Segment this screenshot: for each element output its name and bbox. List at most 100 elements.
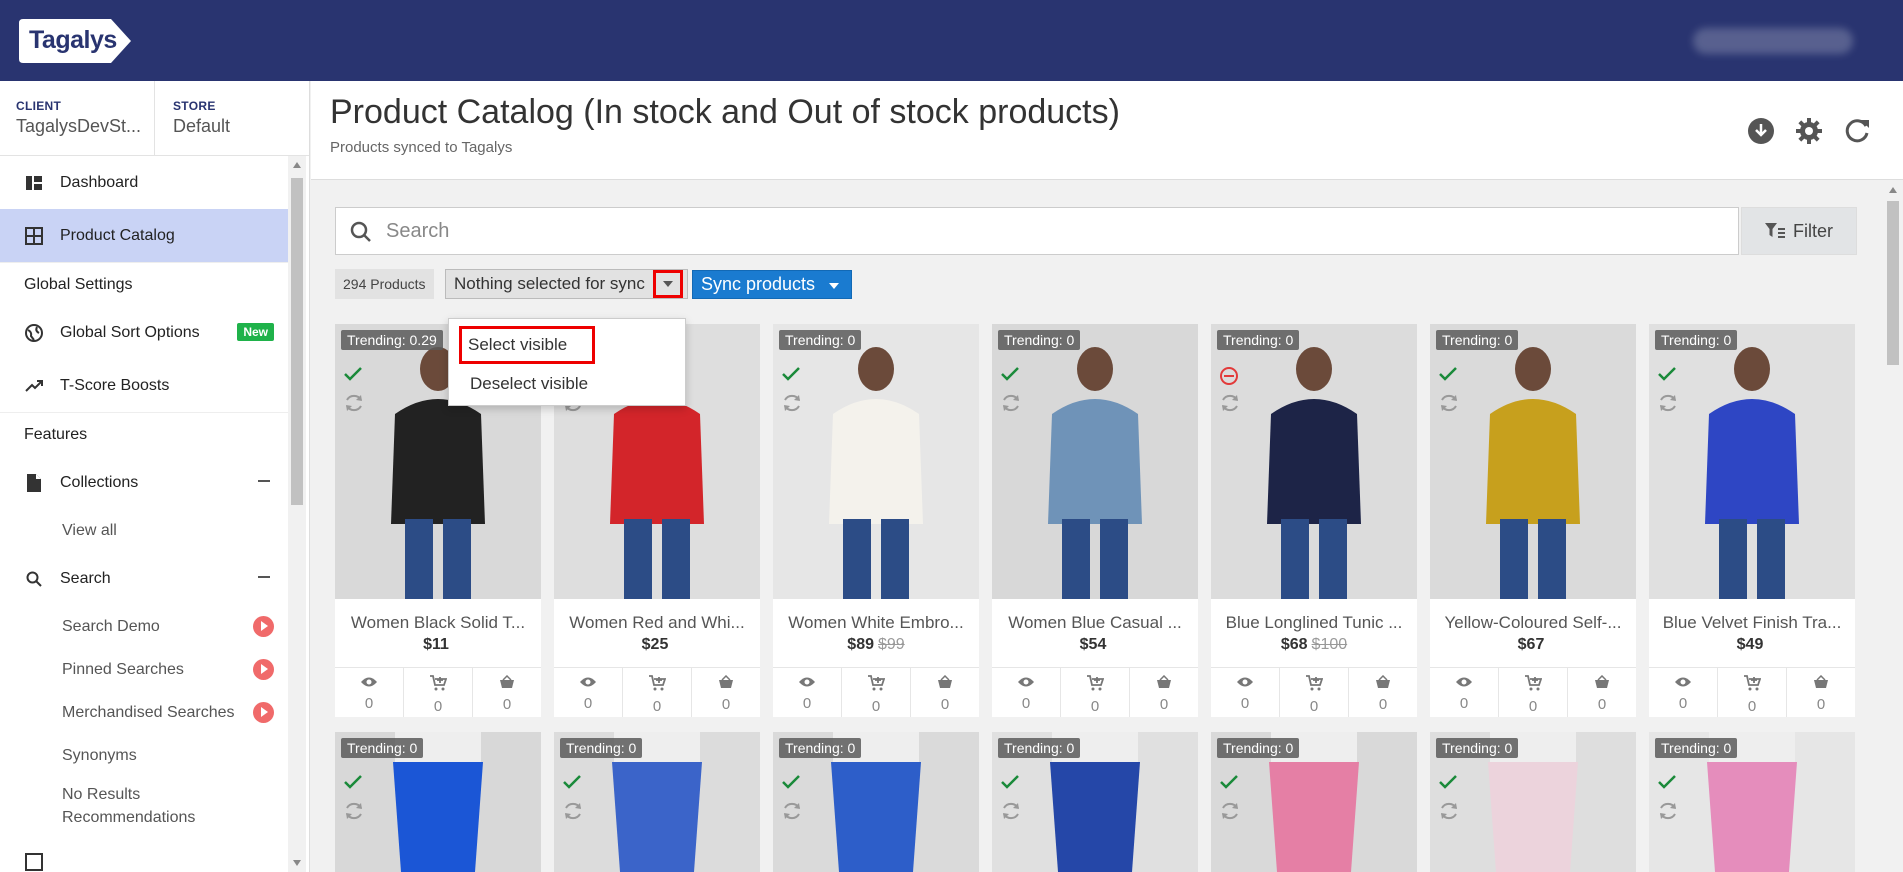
menu-item-deselect-visible[interactable]: Deselect visible: [462, 368, 588, 400]
check-icon: [343, 774, 363, 795]
add-to-cart-icon: [1086, 675, 1105, 695]
product-name[interactable]: Women Black Solid T...: [335, 613, 541, 633]
sidebar-item-search[interactable]: Search: [0, 552, 288, 605]
main-scrollbar[interactable]: [1883, 181, 1903, 872]
play-icon[interactable]: [253, 702, 274, 723]
sync-icon[interactable]: [1657, 800, 1679, 827]
gear-icon[interactable]: [1795, 117, 1823, 145]
product-image[interactable]: Trending: 0: [554, 732, 760, 872]
download-icon[interactable]: [1747, 117, 1775, 145]
product-card[interactable]: Trending: 0 Yellow-Coloured Self-... $67 0 0…: [1430, 324, 1636, 717]
sync-icon[interactable]: [1000, 800, 1022, 827]
product-image[interactable]: Trending: 0: [335, 732, 541, 872]
client-selector[interactable]: CLIENT TagalysDevSt...: [16, 99, 141, 137]
product-image[interactable]: Trending: 0: [773, 732, 979, 872]
top-bar: Tagalys: [0, 0, 1903, 81]
product-name[interactable]: Yellow-Coloured Self-...: [1430, 613, 1636, 633]
sidebar-item-collections[interactable]: Collections: [0, 456, 288, 509]
product-card[interactable]: Trending: 0 Blue Longlined Tunic ... $68 $1…: [1211, 324, 1417, 717]
sidebar-item-merchandised-searches[interactable]: Merchandised Searches: [0, 691, 288, 734]
sidebar-item-search-demo[interactable]: Search Demo: [0, 605, 288, 648]
product-image[interactable]: Trending: 0: [1430, 324, 1636, 599]
sync-products-button[interactable]: Sync products: [692, 270, 852, 299]
sidebar-item-t-score-boosts[interactable]: T-Score Boosts: [0, 359, 288, 412]
product-image[interactable]: Trending: 0: [992, 732, 1198, 872]
sidebar-item-synonyms[interactable]: Synonyms: [0, 734, 288, 777]
product-card[interactable]: Trending: 0 Blue Velvet Finish Tra... $49 0…: [1649, 324, 1855, 717]
sidebar-item-partial[interactable]: [0, 835, 288, 872]
sync-icon[interactable]: [1219, 800, 1241, 827]
play-icon[interactable]: [253, 616, 274, 637]
sync-icon[interactable]: [1219, 392, 1241, 419]
user-menu[interactable]: [1693, 28, 1853, 54]
product-card[interactable]: Trending: 0: [992, 732, 1198, 872]
play-icon[interactable]: [253, 659, 274, 680]
basket-icon: [718, 674, 734, 693]
product-stats: 0 0 0: [335, 667, 541, 717]
product-card[interactable]: Trending: 0: [1430, 732, 1636, 872]
product-card[interactable]: Trending: 0 Women White Embro... $89 $99 0 0 0: [773, 324, 979, 717]
filter-button[interactable]: Filter: [1741, 207, 1857, 255]
search-input[interactable]: [386, 216, 1686, 246]
sidebar-item-no-results-recommendations[interactable]: No Results Recommendations: [0, 777, 288, 835]
scrollbar-thumb[interactable]: [291, 178, 303, 505]
scrollbar-thumb[interactable]: [1887, 201, 1899, 365]
product-image[interactable]: Trending: 0: [1649, 324, 1855, 599]
product-name[interactable]: Women Red and Whi...: [554, 613, 760, 633]
menu-item-select-visible[interactable]: Select visible: [459, 326, 595, 364]
product-image[interactable]: Trending: 0: [992, 324, 1198, 599]
price-current: $25: [641, 636, 669, 653]
product-card[interactable]: Trending: 0: [1211, 732, 1417, 872]
product-card[interactable]: Trending: 0: [335, 732, 541, 872]
price-original: $99: [878, 636, 905, 653]
product-stats: 0 0 0: [1649, 667, 1855, 717]
sync-icon[interactable]: [562, 800, 584, 827]
scroll-down-icon[interactable]: [293, 860, 301, 866]
product-name[interactable]: Blue Velvet Finish Tra...: [1649, 613, 1855, 633]
product-name[interactable]: Blue Longlined Tunic ...: [1211, 613, 1417, 633]
sidebar-item-view-all[interactable]: View all: [0, 509, 288, 552]
product-name[interactable]: Women Blue Casual ...: [992, 613, 1198, 633]
sidebar-item-label: Merchandised Searches: [62, 703, 235, 721]
product-image[interactable]: Trending: 0: [1430, 732, 1636, 872]
scroll-up-icon[interactable]: [1889, 187, 1897, 193]
product-image[interactable]: Trending: 0: [1649, 732, 1855, 872]
sync-selection-dropdown-toggle[interactable]: [653, 270, 683, 298]
tagalys-logo[interactable]: Tagalys: [19, 19, 131, 63]
product-image[interactable]: Trending: 0: [1211, 324, 1417, 599]
sidebar-item-global-sort-options[interactable]: Global Sort Options New: [0, 306, 288, 359]
product-card[interactable]: Trending: 0: [1649, 732, 1855, 872]
page-header: Product Catalog (In stock and Out of sto…: [311, 81, 1903, 180]
sync-icon[interactable]: [1657, 392, 1679, 419]
sync-icon[interactable]: [1438, 800, 1460, 827]
product-card[interactable]: Trending: 0: [773, 732, 979, 872]
sidebar-item-dashboard[interactable]: Dashboard: [0, 156, 288, 209]
sidebar-scrollbar[interactable]: [288, 156, 306, 872]
product-name[interactable]: Women White Embro...: [773, 613, 979, 633]
sidebar-item-pinned-searches[interactable]: Pinned Searches: [0, 648, 288, 691]
stat-views: 0: [1649, 668, 1718, 717]
sync-selection-select[interactable]: Nothing selected for sync: [445, 269, 688, 299]
sync-icon[interactable]: [1000, 392, 1022, 419]
check-icon: [1657, 774, 1677, 795]
refresh-icon[interactable]: [1843, 117, 1871, 145]
product-image[interactable]: Trending: 0: [773, 324, 979, 599]
product-card[interactable]: Trending: 0: [554, 732, 760, 872]
collapse-icon[interactable]: [258, 480, 270, 482]
scroll-up-icon[interactable]: [293, 162, 301, 168]
sidebar-item-product-catalog[interactable]: Product Catalog: [0, 209, 288, 262]
sync-icon[interactable]: [343, 800, 365, 827]
stat-value: 0: [1021, 695, 1031, 712]
product-card[interactable]: Trending: 0 Women Blue Casual ... $54 0 0 0: [992, 324, 1198, 717]
sync-icon[interactable]: [1438, 392, 1460, 419]
store-selector[interactable]: STORE Default: [173, 99, 230, 137]
collapse-icon[interactable]: [258, 576, 270, 578]
product-image[interactable]: Trending: 0: [1211, 732, 1417, 872]
sync-icon[interactable]: [343, 392, 365, 419]
stat-value: 0: [583, 695, 593, 712]
sync-icon[interactable]: [781, 800, 803, 827]
trending-badge: Trending: 0: [1655, 330, 1738, 350]
sync-icon[interactable]: [781, 392, 803, 419]
filter-icon: [1765, 223, 1785, 238]
check-icon: [1219, 774, 1239, 795]
